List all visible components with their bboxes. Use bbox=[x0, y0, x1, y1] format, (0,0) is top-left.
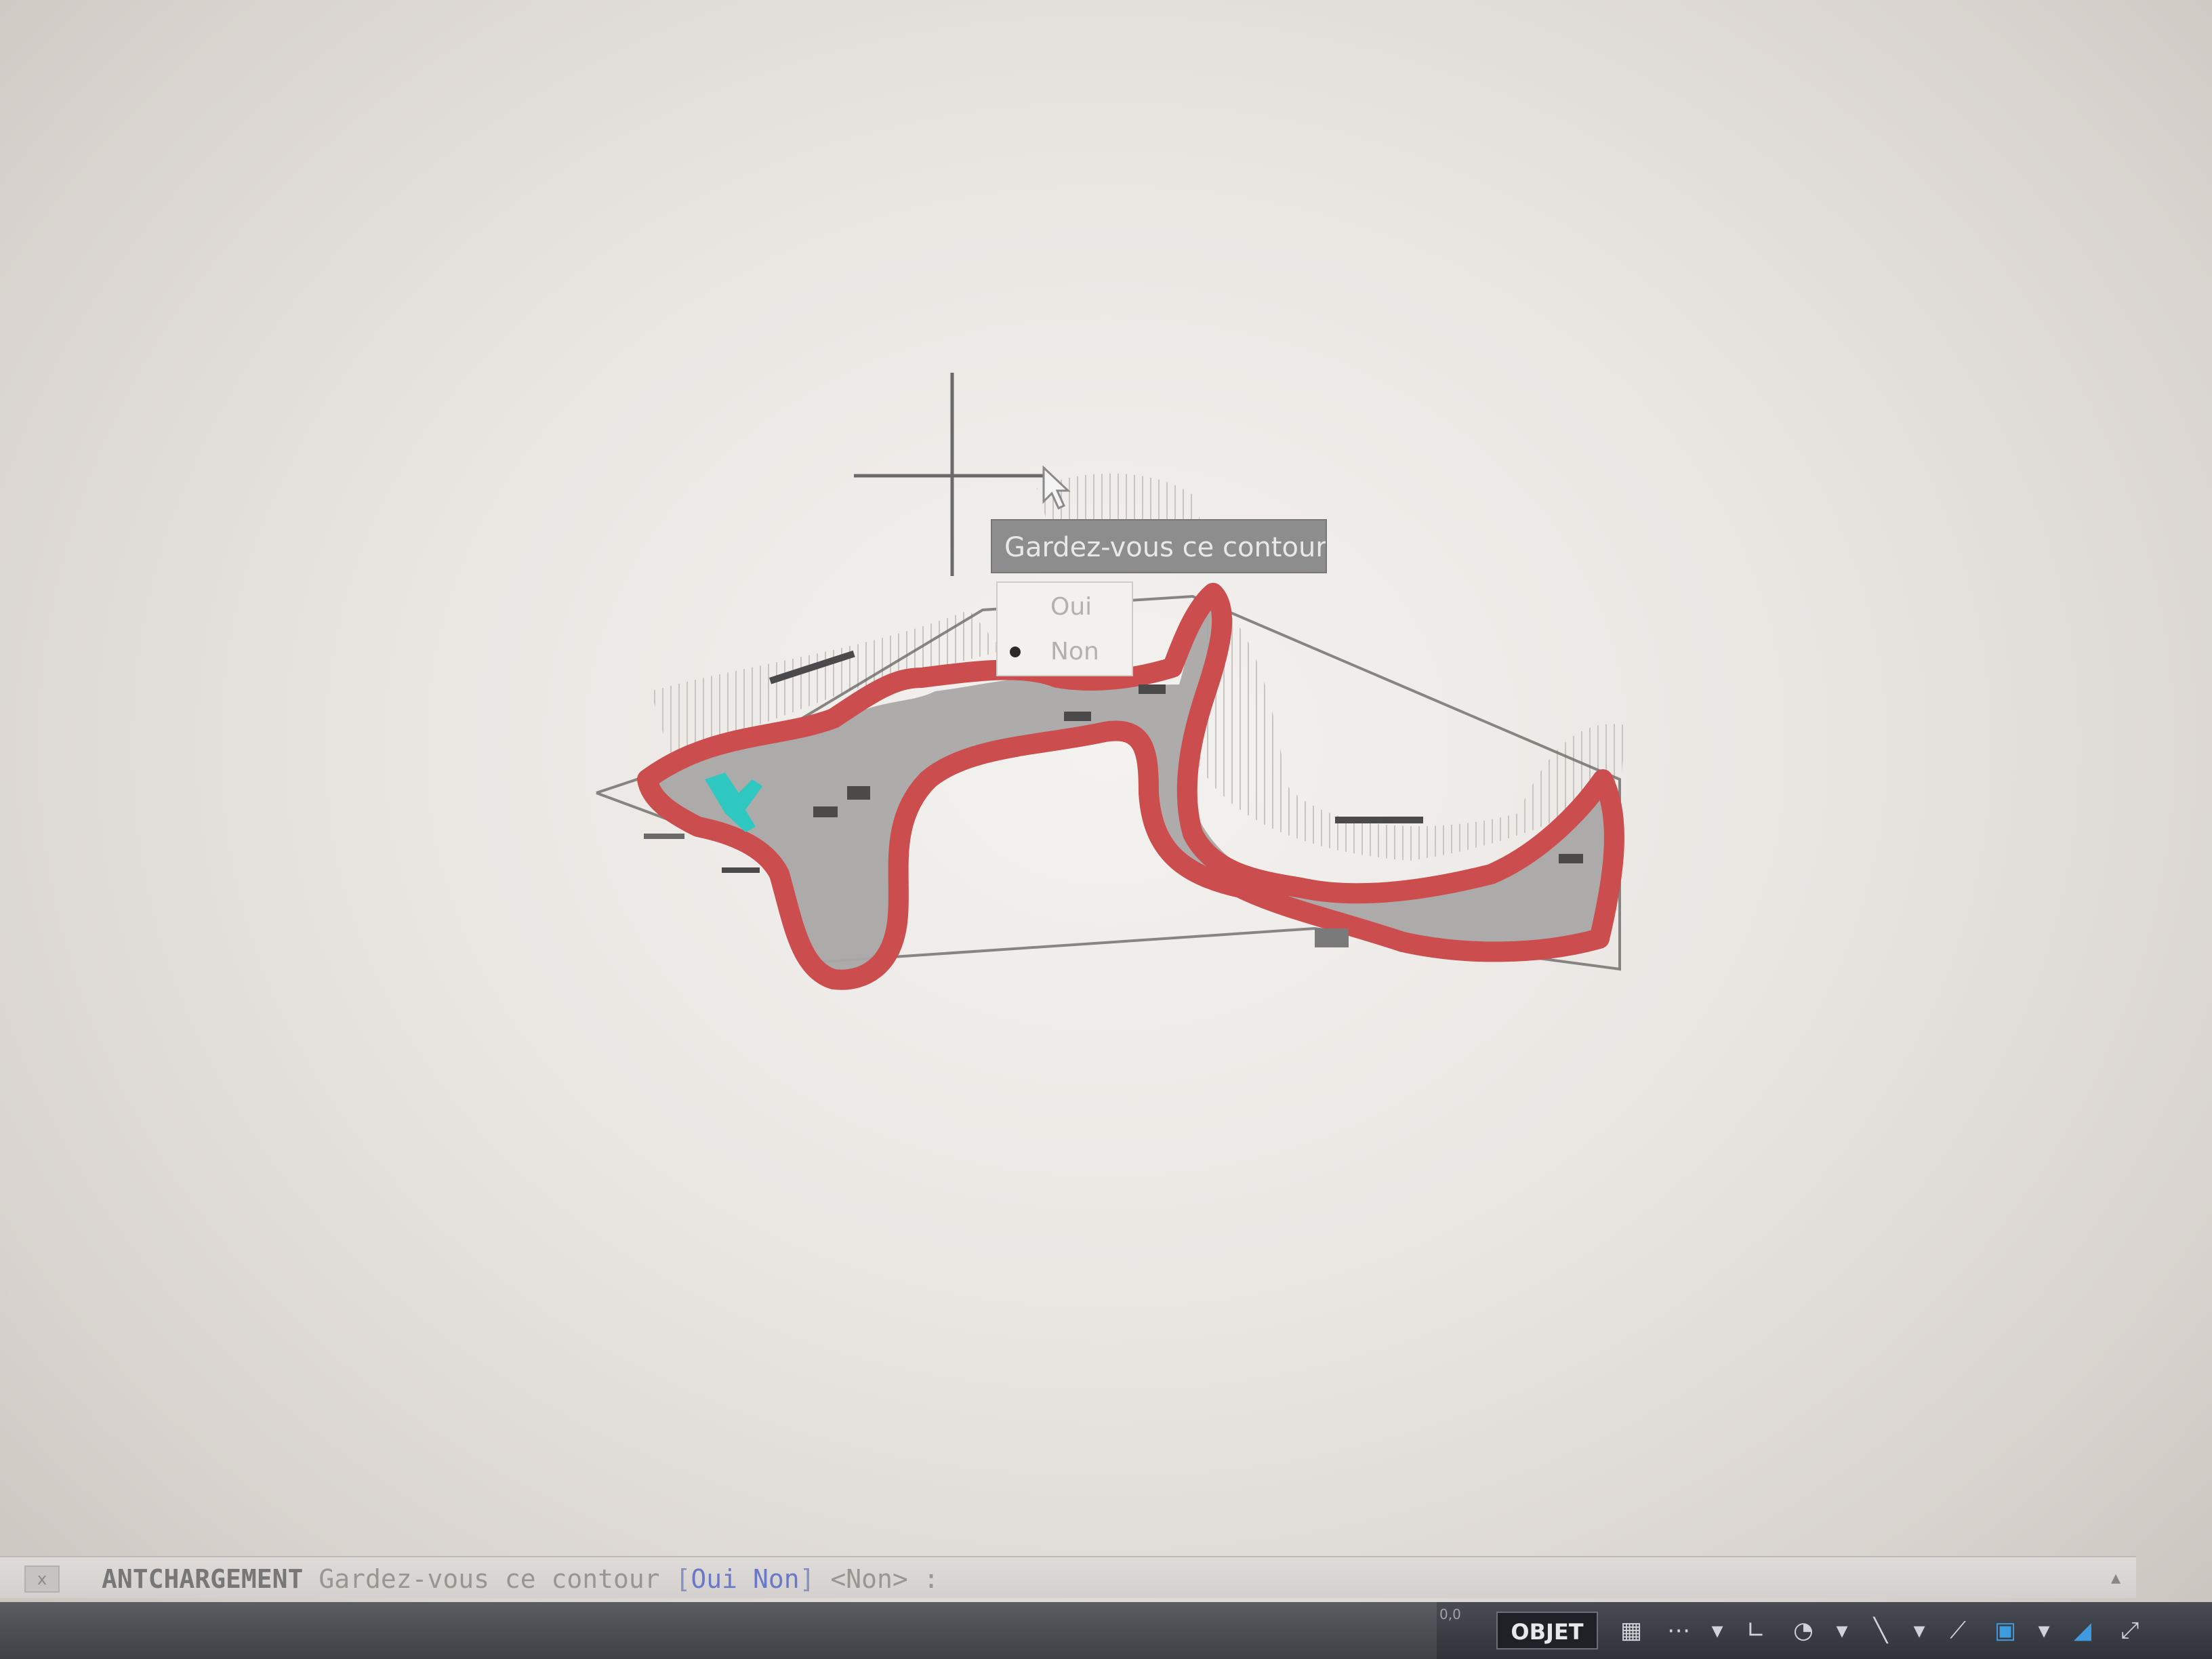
cad-drawing[interactable] bbox=[0, 0, 2212, 1659]
label-block bbox=[1335, 817, 1423, 823]
command-default: <Non> : bbox=[830, 1564, 939, 1594]
option-oui[interactable]: Oui bbox=[998, 586, 1132, 629]
dropdown-icon[interactable]: ▾ bbox=[1907, 1612, 1931, 1650]
lock-icon[interactable]: ◢ bbox=[2062, 1612, 2104, 1650]
command-name: ANTCHARGEMENT bbox=[102, 1564, 304, 1594]
bracket-close: ] bbox=[799, 1564, 815, 1594]
label-block bbox=[1559, 854, 1583, 863]
option-non-label: Non bbox=[1050, 638, 1099, 665]
command-option-non[interactable]: Non bbox=[753, 1564, 800, 1594]
dropdown-icon[interactable]: ▾ bbox=[1705, 1612, 1729, 1650]
label-block bbox=[1064, 712, 1091, 721]
close-icon[interactable]: x bbox=[24, 1565, 60, 1593]
annotation-icon[interactable]: ⟋ bbox=[1937, 1612, 1979, 1650]
coordinates-readout: 0,0 bbox=[1439, 1606, 1461, 1622]
option-non[interactable]: Non bbox=[998, 630, 1132, 674]
label-block bbox=[1139, 684, 1166, 694]
dropdown-icon[interactable]: ▾ bbox=[2032, 1612, 2056, 1650]
status-bar-left bbox=[0, 1602, 1437, 1659]
ortho-icon[interactable]: ∟ bbox=[1735, 1612, 1777, 1650]
label-block bbox=[847, 786, 870, 800]
label-block bbox=[722, 867, 760, 873]
grid-icon[interactable]: ▦ bbox=[1610, 1612, 1652, 1650]
workspace-icon[interactable]: ▣ bbox=[1984, 1612, 2026, 1650]
command-line[interactable]: x ANTCHARGEMENT Gardez-vous ce contour [… bbox=[0, 1556, 2136, 1598]
fullscreen-icon[interactable]: ⤢ bbox=[2109, 1612, 2151, 1650]
dropdown-icon[interactable]: ▾ bbox=[1830, 1612, 1854, 1650]
option-menu: Oui Non bbox=[996, 581, 1133, 676]
drawing-canvas[interactable]: Gardez-vous ce contour Oui Non bbox=[0, 0, 2212, 1659]
bracket-open: [ bbox=[675, 1564, 691, 1594]
option-oui-label: Oui bbox=[1050, 593, 1092, 621]
command-option-oui[interactable]: Oui bbox=[691, 1564, 737, 1594]
label-block bbox=[1315, 928, 1349, 947]
prompt-tooltip: Gardez-vous ce contour bbox=[991, 519, 1327, 573]
label-block bbox=[813, 806, 838, 817]
selected-bullet-icon bbox=[1010, 647, 1021, 657]
osnap-icon[interactable]: ╲ bbox=[1860, 1612, 1902, 1650]
command-prompt: ANTCHARGEMENT Gardez-vous ce contour [Ou… bbox=[102, 1563, 939, 1595]
scroll-up-icon[interactable]: ▴ bbox=[2101, 1563, 2131, 1593]
command-question: Gardez-vous ce contour bbox=[319, 1564, 660, 1594]
polar-icon[interactable]: ◔ bbox=[1782, 1612, 1824, 1650]
label-block bbox=[644, 834, 684, 839]
status-bar: 0,0 OBJET ▦ ⋯ ▾ ∟ ◔ ▾ ╲ ▾ ⟋ ▣ ▾ ◢ ⤢ bbox=[0, 1602, 2212, 1659]
model-space-button[interactable]: OBJET bbox=[1496, 1612, 1598, 1650]
snap-icon[interactable]: ⋯ bbox=[1658, 1612, 1700, 1650]
